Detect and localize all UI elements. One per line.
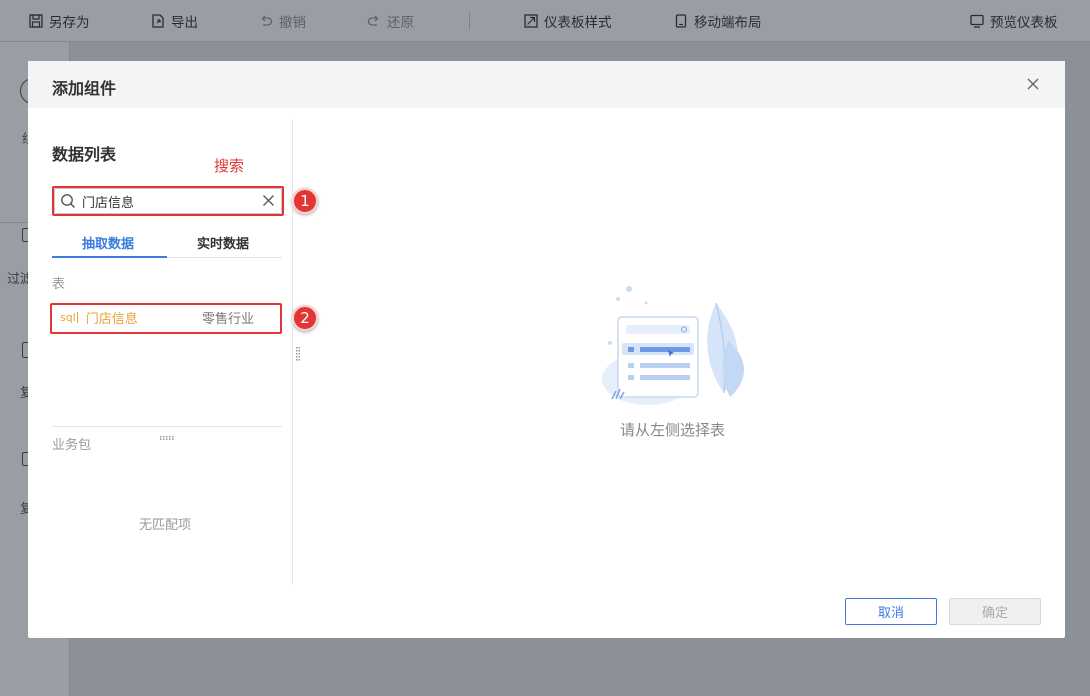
- step-badge-1: 1: [292, 188, 318, 214]
- business-package-label: 业务包: [52, 438, 92, 453]
- undo-button[interactable]: 撤销: [259, 12, 306, 31]
- export-button[interactable]: 导出: [151, 12, 198, 31]
- search-annotation: 搜索: [214, 157, 245, 175]
- result-highlight-box: [50, 303, 282, 334]
- dashboard-style-label: 仪表板样式: [544, 15, 612, 31]
- tab-realtime-data[interactable]: 实时数据: [197, 233, 249, 252]
- no-match-text: 无匹配项: [139, 518, 192, 533]
- redo-icon: [367, 14, 381, 28]
- export-label: 导出: [171, 15, 198, 31]
- toolbar-separator: [469, 12, 470, 30]
- export-icon: [151, 14, 165, 28]
- undo-label: 撤销: [279, 15, 306, 31]
- empty-state-text: 请从左侧选择表: [620, 421, 726, 439]
- dashboard-style-button[interactable]: 仪表板样式: [524, 12, 612, 31]
- redo-label: 还原: [387, 15, 414, 31]
- active-tab-indicator: [52, 256, 167, 258]
- redo-button[interactable]: 还原: [367, 12, 414, 31]
- save-as-label: 另存为: [49, 15, 90, 31]
- mobile-layout-button[interactable]: 移动端布局: [674, 12, 762, 31]
- add-component-dialog: 添加组件 数据列表 搜索 1 抽取数据 实时数据 表 sql 门店信息 零售行业…: [28, 61, 1065, 638]
- mobile-icon: [674, 14, 688, 28]
- top-toolbar: 另存为 导出 撤销 还原 仪表板样式 移动端布局 预览仪表板: [0, 0, 1090, 42]
- close-icon[interactable]: [1025, 76, 1041, 92]
- drag-handle-horizontal[interactable]: [159, 429, 175, 440]
- preview-label: 预览仪表板: [990, 15, 1058, 31]
- data-list-title: 数据列表: [52, 145, 117, 164]
- step-badge-2: 2: [292, 305, 318, 331]
- search-highlight-box: [52, 186, 284, 216]
- data-source-tabs: 抽取数据 实时数据: [52, 226, 282, 258]
- save-icon: [29, 14, 43, 28]
- dialog-title: 添加组件: [52, 79, 117, 98]
- dialog-header: 添加组件: [28, 61, 1065, 108]
- panel-divider: [292, 119, 293, 585]
- preview-dashboard-button[interactable]: 预览仪表板: [970, 12, 1058, 31]
- style-icon: [524, 14, 538, 28]
- drag-handle-vertical[interactable]: [296, 347, 300, 361]
- tab-extract-data[interactable]: 抽取数据: [82, 233, 134, 252]
- cancel-button[interactable]: 取消: [845, 598, 937, 625]
- monitor-icon: [970, 14, 984, 28]
- mobile-layout-label: 移动端布局: [694, 15, 762, 31]
- section-divider: [52, 426, 282, 427]
- confirm-button[interactable]: 确定: [949, 598, 1041, 625]
- empty-state-illustration: [598, 281, 748, 406]
- undo-icon: [259, 14, 273, 28]
- table-section-label: 表: [52, 277, 66, 292]
- save-as-button[interactable]: 另存为: [29, 12, 90, 31]
